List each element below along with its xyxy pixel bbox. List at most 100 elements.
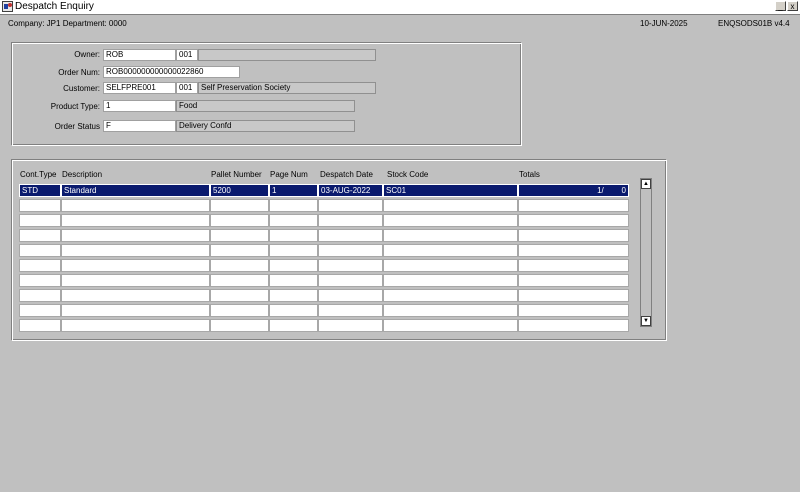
cell-description[interactable]: [61, 304, 210, 317]
arrow-down-icon: ▼: [643, 318, 649, 324]
cell-stock-code[interactable]: [383, 304, 518, 317]
window-title: Despatch Enquiry: [15, 1, 94, 12]
cell-cont-type[interactable]: [19, 244, 61, 257]
order-num-field[interactable]: ROB000000000000022860: [103, 66, 240, 78]
cell-stock-code[interactable]: [383, 274, 518, 287]
cell-description[interactable]: [61, 289, 210, 302]
cell-page-num[interactable]: [269, 304, 318, 317]
product-type-field[interactable]: 1: [103, 100, 176, 112]
cell-totals[interactable]: [518, 289, 629, 302]
cell-page-num[interactable]: [269, 274, 318, 287]
arrow-up-icon: ▲: [643, 181, 649, 187]
cell-description[interactable]: [61, 319, 210, 332]
cell-cont-type[interactable]: [19, 319, 61, 332]
customer-number-field[interactable]: 001: [176, 82, 198, 94]
cell-totals[interactable]: [518, 229, 629, 242]
cell-cont-type[interactable]: [19, 229, 61, 242]
cell-page-num[interactable]: [269, 319, 318, 332]
cell-page-num[interactable]: [269, 244, 318, 257]
cell-totals[interactable]: [518, 199, 629, 212]
scroll-down-button[interactable]: ▼: [641, 316, 651, 326]
cell-pallet-number[interactable]: [210, 274, 269, 287]
order-status-label: Order Status: [54, 122, 100, 131]
cell-cont-type[interactable]: [19, 274, 61, 287]
owner-number-field[interactable]: 001: [176, 49, 198, 61]
cell-stock-code[interactable]: [383, 229, 518, 242]
cell-cont-type[interactable]: [19, 289, 61, 302]
column-header-despatch-date: Despatch Date: [320, 170, 373, 179]
cell-pallet-number[interactable]: [210, 319, 269, 332]
cell-page-num[interactable]: 1: [269, 184, 318, 197]
cell-pallet-number[interactable]: [210, 244, 269, 257]
cell-stock-code[interactable]: [383, 289, 518, 302]
cell-totals[interactable]: [518, 259, 629, 272]
cell-pallet-number[interactable]: [210, 214, 269, 227]
cell-page-num[interactable]: [269, 199, 318, 212]
cell-cont-type[interactable]: [19, 259, 61, 272]
cell-cont-type[interactable]: [19, 304, 61, 317]
cell-pallet-number[interactable]: [210, 304, 269, 317]
cell-page-num[interactable]: [269, 229, 318, 242]
scroll-up-button[interactable]: ▲: [641, 179, 651, 189]
cell-description[interactable]: [61, 259, 210, 272]
cell-stock-code[interactable]: [383, 199, 518, 212]
cell-pallet-number[interactable]: [210, 199, 269, 212]
cell-description[interactable]: [61, 199, 210, 212]
cell-despatch-date[interactable]: [318, 319, 383, 332]
cell-despatch-date[interactable]: [318, 244, 383, 257]
cell-description[interactable]: [61, 274, 210, 287]
cell-pallet-number[interactable]: [210, 259, 269, 272]
cell-totals[interactable]: [518, 214, 629, 227]
cell-stock-code[interactable]: [383, 244, 518, 257]
minimize-button[interactable]: _: [775, 1, 786, 11]
customer-code-field[interactable]: SELFPRE001: [103, 82, 176, 94]
cell-page-num[interactable]: [269, 259, 318, 272]
cell-stock-code[interactable]: [383, 259, 518, 272]
cell-despatch-date[interactable]: [318, 229, 383, 242]
cell-description[interactable]: [61, 214, 210, 227]
column-header-page-num: Page Num: [270, 170, 308, 179]
cell-totals[interactable]: [518, 304, 629, 317]
cell-stock-code[interactable]: [383, 319, 518, 332]
column-header-stock-code: Stock Code: [387, 170, 429, 179]
cell-despatch-date[interactable]: [318, 199, 383, 212]
owner-description-field: [198, 49, 376, 61]
cell-despatch-date[interactable]: [318, 214, 383, 227]
cell-despatch-date[interactable]: 03-AUG-2022: [318, 184, 383, 197]
cell-despatch-date[interactable]: [318, 289, 383, 302]
company-department: Company: JP1 Department: 0000: [8, 19, 127, 28]
cell-despatch-date[interactable]: [318, 274, 383, 287]
cell-totals[interactable]: [518, 244, 629, 257]
cell-cont-type[interactable]: [19, 214, 61, 227]
cell-despatch-date[interactable]: [318, 259, 383, 272]
cell-description[interactable]: Standard: [61, 184, 210, 197]
cell-pallet-number[interactable]: [210, 229, 269, 242]
cell-despatch-date[interactable]: [318, 304, 383, 317]
owner-label: Owner:: [74, 50, 100, 59]
program-version: ENQSODS01B v4.4: [718, 19, 790, 28]
title-bar: Despatch Enquiry _ x: [0, 0, 800, 15]
cell-cont-type[interactable]: [19, 199, 61, 212]
minimize-icon: _: [778, 2, 783, 11]
close-button[interactable]: x: [787, 1, 798, 11]
cell-page-num[interactable]: [269, 214, 318, 227]
cell-description[interactable]: [61, 229, 210, 242]
cell-cont-type[interactable]: STD: [19, 184, 61, 197]
order-num-label: Order Num:: [58, 68, 100, 77]
cell-pallet-number[interactable]: 5200: [210, 184, 269, 197]
cell-totals[interactable]: [518, 274, 629, 287]
column-header-totals: Totals: [519, 170, 540, 179]
order-status-field[interactable]: F: [103, 120, 176, 132]
cell-description[interactable]: [61, 244, 210, 257]
current-date: 10-JUN-2025: [640, 19, 688, 28]
cell-pallet-number[interactable]: [210, 289, 269, 302]
cell-totals[interactable]: [518, 319, 629, 332]
owner-code-field[interactable]: ROB: [103, 49, 176, 61]
cell-page-num[interactable]: [269, 289, 318, 302]
app-icon: [2, 1, 13, 12]
vertical-scrollbar[interactable]: ▲ ▼: [640, 178, 652, 327]
customer-name-field: Self Preservation Society: [198, 82, 376, 94]
cell-stock-code[interactable]: SC01: [383, 184, 518, 197]
cell-stock-code[interactable]: [383, 214, 518, 227]
cell-totals[interactable]: 1/ 0: [518, 184, 629, 197]
